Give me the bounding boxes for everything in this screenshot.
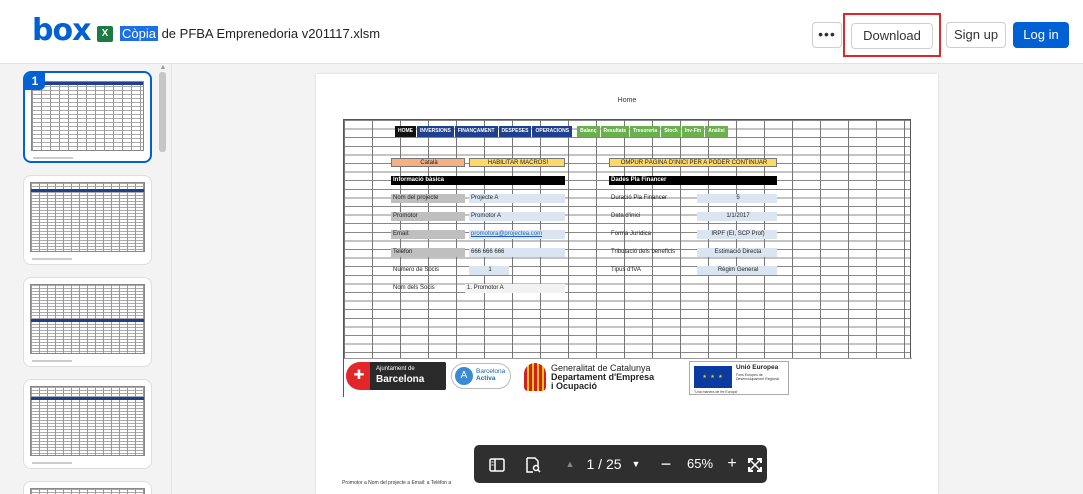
- page-thumbnail-5[interactable]: [23, 481, 152, 494]
- file-title-highlight: Còpia: [120, 26, 158, 41]
- label-promotor: Promotor: [391, 212, 465, 221]
- thumbnail-preview: [30, 488, 145, 494]
- value-tributacio[interactable]: Estimació Directa: [697, 248, 777, 257]
- thumbnail-preview: [31, 81, 144, 151]
- download-button[interactable]: Download: [851, 23, 933, 49]
- catala-cell[interactable]: Català: [391, 158, 465, 167]
- label-forma-juridica: Forma Jurídica: [611, 231, 652, 237]
- eu-motto: "Una manera de fer Europa": [694, 390, 738, 394]
- value-email[interactable]: promotora@projectea.com: [469, 230, 565, 239]
- barcelona-activa-text-1: Barcelona: [476, 368, 506, 375]
- viewer-toolbar: ▲ 1 / 25 ▼ − 65% +: [474, 445, 767, 483]
- zoom-out-button[interactable]: −: [654, 445, 678, 483]
- scroll-up-icon[interactable]: ▲: [159, 64, 167, 72]
- label-nom-projecte: Nom del projecte: [391, 194, 465, 203]
- thumbnail-preview: [30, 386, 145, 456]
- value-forma-juridica[interactable]: IRPF (EI, SCP Prof): [697, 230, 777, 239]
- value-nom-socis[interactable]: 1. Promotor A: [465, 284, 565, 293]
- sheet-nav-an-lisi[interactable]: Anàlisi: [705, 126, 728, 137]
- thumbnail-footer: [32, 360, 72, 362]
- value-numero-socis[interactable]: 1: [469, 266, 509, 275]
- label-tipus-iva: Tipus d'IVA: [611, 267, 641, 273]
- page-thumbnails-sidebar: ▲ 1: [0, 64, 172, 494]
- eu-flag-icon: ★ ★ ★: [694, 366, 732, 388]
- value-nom-projecte[interactable]: Projecte A: [469, 194, 565, 203]
- zoom-in-button[interactable]: +: [722, 445, 742, 483]
- page-thumbnail-4[interactable]: [23, 379, 152, 469]
- page-thumbnail-1[interactable]: 1: [23, 71, 152, 163]
- log-in-button[interactable]: Log in: [1013, 22, 1069, 48]
- union-europea-logo: ★ ★ ★ Unió Europea Fons Europeu de Desen…: [689, 361, 789, 395]
- sheet-nav-despeses[interactable]: DESPESES: [498, 126, 532, 137]
- sheet-nav-resultats[interactable]: Resultats: [600, 126, 630, 137]
- sheet-nav-tresoreria[interactable]: Tresoreria: [630, 126, 661, 137]
- page-footer-text: Promotor a Nom del projecte a Email: a T…: [342, 480, 452, 486]
- barcelona-activa-icon: A: [455, 367, 473, 385]
- label-data-inici: Data d'inici: [611, 213, 641, 219]
- excel-file-icon: X: [97, 26, 113, 42]
- page-thumbnail-3[interactable]: [23, 277, 152, 367]
- zoom-level: 65%: [686, 456, 714, 471]
- sign-up-button[interactable]: Sign up: [946, 22, 1006, 48]
- more-options-button[interactable]: •••: [812, 22, 842, 48]
- sheet-nav-balan-[interactable]: Balanç: [577, 126, 600, 137]
- box-logo[interactable]: box: [32, 14, 91, 48]
- label-numero-socis: Número de Socis: [393, 267, 440, 273]
- generalitat-logo: Generalitat de Catalunya Departament d'E…: [524, 361, 674, 395]
- document-page: Home HOME INVERSIONS FINANÇAMENT DESPESES OP…: [316, 74, 938, 494]
- sheet-nav-stock[interactable]: Stock: [661, 126, 681, 137]
- sheet-nav-finan-ament[interactable]: FINANÇAMENT: [454, 126, 498, 137]
- barcelona-activa-text-2: Activa: [476, 375, 496, 382]
- label-telefon: Telèfon: [391, 248, 465, 257]
- omplir-cell: OMPUR PÀGINA D'INICI PER A PODER CONTINU…: [609, 158, 777, 167]
- top-header: box X Còpia de PFBA Emprenedoria v201117…: [0, 0, 1083, 64]
- sheet-nav-inv-fin[interactable]: Inv-Fin: [681, 126, 705, 137]
- file-title: Còpia de PFBA Emprenedoria v201117.xlsm: [120, 26, 380, 41]
- download-highlight-box: Download: [843, 13, 941, 57]
- ajuntament-barcelona-logo: ✚ Ajuntament de Barcelona: [346, 362, 446, 390]
- page-header-text: Home: [617, 97, 637, 104]
- label-nom-socis: Nom dels Socis: [393, 285, 435, 291]
- file-title-rest: de PFBA Emprenedoria v201117.xlsm: [157, 26, 381, 41]
- sidebar-toggle-icon[interactable]: [482, 445, 512, 483]
- ajuntament-text-1: Ajuntament de: [376, 366, 415, 372]
- sidebar-scrollbar[interactable]: [159, 72, 166, 152]
- barcelona-activa-logo: A Barcelona Activa: [451, 363, 511, 389]
- label-duracio: Duració Pla Financer: [611, 195, 668, 201]
- habilitar-macros-cell[interactable]: HABILITAR MACROS!: [469, 158, 565, 167]
- sheet-nav-inversions[interactable]: INVERSIONS: [417, 126, 454, 137]
- next-page-icon[interactable]: ▼: [628, 445, 644, 483]
- info-basica-header: Informació bàsica: [391, 176, 565, 185]
- generalitat-text-3: i Ocupació: [551, 381, 598, 391]
- value-tipus-iva[interactable]: Règim General: [697, 266, 777, 275]
- eu-subtitle: Fons Europeu de Desenvolupament Regional: [736, 373, 779, 381]
- thumbnail-preview: [30, 182, 145, 252]
- dades-pla-header: Dades Pla Financer: [609, 176, 777, 185]
- thumbnail-preview: [30, 284, 145, 354]
- thumbnail-footer: [33, 157, 73, 159]
- label-tributacio: Tributació dels beneficis: [611, 249, 676, 255]
- page-indicator[interactable]: 1 / 25: [580, 445, 628, 483]
- eu-title: Unió Europea: [736, 364, 779, 371]
- sheet-nav-home[interactable]: HOME: [395, 126, 416, 137]
- page-thumbnail-2[interactable]: [23, 175, 152, 265]
- thumbnail-footer: [32, 258, 72, 260]
- senyera-icon: [524, 363, 546, 391]
- fullscreen-icon[interactable]: [744, 445, 766, 483]
- value-data-inici[interactable]: 1/1/2017: [697, 212, 777, 221]
- sheet-nav-buttons: HOME INVERSIONS FINANÇAMENT DESPESES OPERACI…: [395, 126, 728, 137]
- document-search-icon[interactable]: [518, 445, 548, 483]
- value-telefon[interactable]: 666 666 666: [469, 248, 565, 257]
- thumbnail-footer: [32, 462, 72, 464]
- value-duracio[interactable]: 5: [697, 194, 777, 203]
- previous-page-icon[interactable]: ▲: [562, 445, 578, 483]
- spreadsheet-area: HOME INVERSIONS FINANÇAMENT DESPESES OPERACI…: [343, 119, 912, 398]
- thumbnail-page-number: 1: [25, 73, 45, 90]
- ajuntament-emblem-icon: ✚: [353, 367, 365, 382]
- sheet-nav-operacions[interactable]: OPERACIONS: [532, 126, 573, 137]
- ajuntament-text-2: Barcelona: [376, 374, 425, 385]
- value-promotor[interactable]: Promotor A: [469, 212, 565, 221]
- label-email: Email:: [391, 230, 465, 239]
- sponsor-logos: ✚ Ajuntament de Barcelona A Barcelona Act…: [344, 358, 912, 398]
